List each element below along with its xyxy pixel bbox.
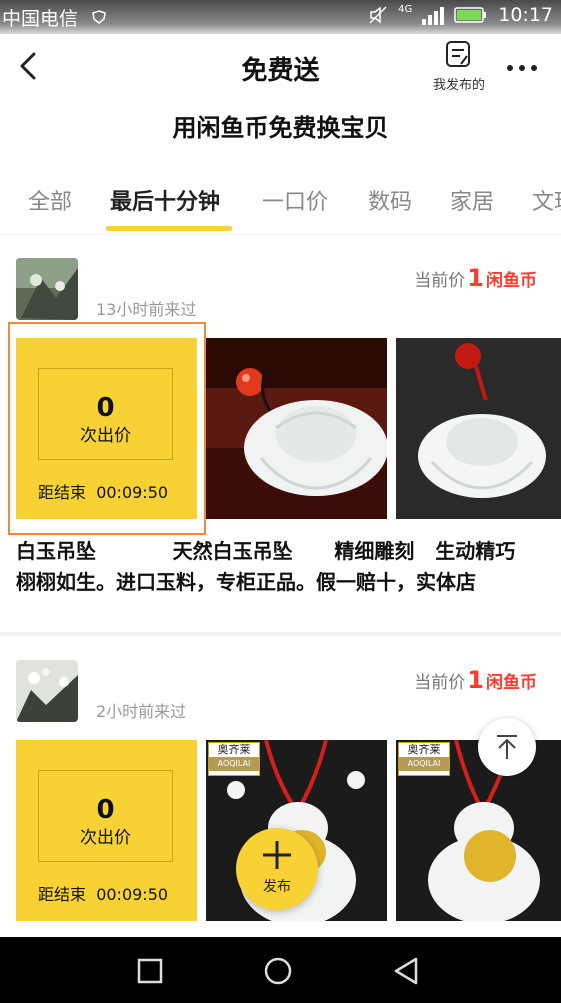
avatar[interactable] [16,660,78,722]
countdown: 距结束 00:09:50 [38,881,168,905]
price-value: 1 [467,666,484,694]
bid-count: 0 [96,393,115,423]
arrow-up-icon [497,735,517,759]
current-price: 当前价1 闲鱼币 [414,666,537,694]
item-description-line-1: 白玉吊坠 天然白玉吊坠 精细雕刻 生动精巧 [16,539,516,563]
circle-icon [264,957,292,985]
recent-apps-button[interactable] [130,951,170,991]
clock: 10:17 [498,4,553,26]
brand-name-cn: 奥齐莱 [217,743,251,756]
price-value: 1 [467,264,484,292]
brand-name-cn: 奥齐莱 [407,743,441,756]
bid-count-label: 次出价 [80,828,131,848]
home-button[interactable] [258,951,298,991]
visited-time: 2小时前来过 [96,702,187,721]
bid-count-box: 0 次出价 [38,770,173,862]
status-bar: 中国电信 4G 10:17 [0,0,561,34]
countdown: 距结束 00:09:50 [38,479,168,503]
bid-count-box: 0 次出价 [38,368,173,460]
tab-all[interactable]: 全部 [28,184,72,216]
signal-icon [422,7,445,25]
countdown-value: 00:09:50 [96,483,169,502]
category-tabs: 全部 最后十分钟 一口价 数码 家居 文玩 [0,166,561,234]
banner-subtitle: 用闲鱼币免费换宝贝 [172,114,389,142]
item-description-line-2: 栩栩如生。进口玉料，专柜正品。假一赔十，实体店 [16,570,476,594]
brand-logo: 奥齐莱 AOQILAI [208,742,260,776]
more-icon [507,65,537,71]
tab-home[interactable]: 家居 [450,184,494,216]
tab-fixed-price[interactable]: 一口价 [262,184,328,216]
network-type: 4G [398,3,413,15]
product-photo[interactable] [206,338,387,519]
my-published-label: 我发布的 [432,78,485,93]
square-icon [137,958,163,984]
countdown-label: 距结束 [38,483,87,502]
publish-button[interactable]: 发布 [236,828,318,910]
scroll-to-top-button[interactable] [478,718,536,776]
active-tab-indicator [106,226,232,231]
bid-status-card[interactable]: 0 次出价 距结束 00:09:50 [16,338,197,519]
battery-icon [454,7,487,23]
tabs-divider [0,234,561,235]
jade-lotus-pendant-image [206,338,387,519]
visited-time: 13小时前来过 [96,300,197,319]
mute-icon [369,6,387,24]
countdown-value: 00:09:50 [96,885,169,904]
tab-digital[interactable]: 数码 [368,184,412,216]
back-nav-button[interactable] [386,951,426,991]
avatar-image [16,258,78,320]
price-unit: 闲鱼币 [486,673,537,693]
brand-name-en: AOQILAI [209,757,259,771]
brand-name-en: AOQILAI [399,757,449,771]
price-prefix: 当前价 [414,673,466,693]
shield-icon [92,10,106,24]
countdown-label: 距结束 [38,885,87,904]
app-header: 免费送 我发布的 [0,34,561,100]
current-price: 当前价1 闲鱼币 [414,264,537,292]
carrier-name: 中国电信 [2,8,79,30]
product-photo[interactable]: 奥齐莱 AOQILAI [396,740,561,921]
item-separator [0,632,561,636]
tab-antiques[interactable]: 文玩 [532,184,561,216]
system-nav-bar [0,937,561,1003]
more-button[interactable] [502,54,542,84]
price-prefix: 当前价 [414,271,466,291]
note-icon [446,41,470,67]
publish-label: 发布 [263,879,291,895]
jade-lotus-pendant-image [396,338,561,519]
bid-status-card[interactable]: 0 次出价 距结束 00:09:50 [16,740,197,921]
brand-logo: 奥齐莱 AOQILAI [398,742,450,776]
triangle-back-icon [394,957,418,985]
bid-count: 0 [96,795,115,825]
product-photo[interactable] [396,338,561,519]
tab-last-ten-minutes[interactable]: 最后十分钟 [110,184,220,216]
price-unit: 闲鱼币 [486,271,537,291]
plus-icon [263,841,291,869]
my-published-button[interactable]: 我发布的 [428,40,490,93]
avatar[interactable] [16,258,78,320]
avatar-image [16,660,78,722]
bid-count-label: 次出价 [80,426,131,446]
